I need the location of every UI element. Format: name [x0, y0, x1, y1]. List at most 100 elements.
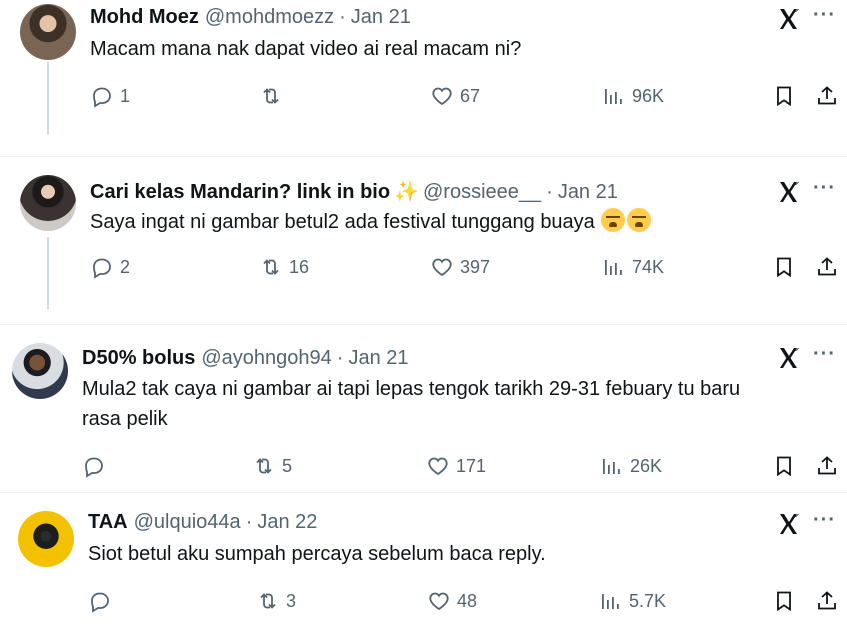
separator-dot: · [336, 347, 344, 369]
separator-dot: · [245, 511, 253, 533]
tweet-header: Cari kelas Mandarin? link in bio ✨ @ross… [90, 179, 618, 204]
reply-icon [90, 255, 114, 279]
tweet-text: Saya ingat ni gambar betul2 ada festival… [90, 211, 595, 233]
grok-icon[interactable] [776, 6, 802, 32]
share-icon [815, 589, 839, 613]
reply-count: 2 [120, 256, 131, 277]
share-button[interactable] [815, 84, 845, 108]
views-button[interactable]: 5.7K [599, 589, 666, 613]
reply-icon [82, 454, 106, 478]
retweet-button[interactable]: 5 [252, 454, 292, 478]
retweet-icon [252, 454, 276, 478]
tweet-4[interactable]: TAA @ulquio44a · Jan 22 ··· Siot betul a… [0, 493, 847, 632]
tweet-date[interactable]: Jan 21 [348, 347, 408, 370]
bookmark-icon [772, 454, 796, 478]
views-icon [600, 454, 624, 478]
bookmark-icon [772, 255, 796, 279]
tweet-header: Mohd Moez @mohdmoezz · Jan 21 [90, 6, 411, 29]
reply-count: 1 [120, 85, 131, 106]
reply-button[interactable]: 2 [90, 255, 130, 279]
tweet-date[interactable]: Jan 21 [558, 181, 618, 204]
retweet-count: 5 [282, 455, 293, 476]
grok-icon[interactable] [776, 179, 802, 205]
like-button[interactable]: 48 [427, 589, 477, 613]
views-icon [599, 589, 623, 613]
bookmark-button[interactable] [772, 454, 802, 478]
reply-button[interactable] [82, 454, 112, 478]
avatar[interactable] [12, 343, 68, 399]
tweet-text-line-1: Mula2 tak caya ni gambar ai tapi lepas t… [82, 378, 741, 400]
like-icon [426, 454, 450, 478]
reply-icon [90, 84, 114, 108]
views-count: 96K [632, 85, 665, 106]
views-icon [602, 84, 626, 108]
user-handle[interactable]: @mohdmoezz [205, 6, 334, 29]
more-options-button[interactable]: ··· [813, 343, 836, 366]
display-name[interactable]: TAA [88, 511, 128, 534]
user-handle[interactable]: @ayohngoh94 [201, 347, 331, 370]
share-icon [815, 255, 839, 279]
retweet-count: 3 [286, 590, 297, 611]
retweet-button[interactable]: 16 [259, 255, 309, 279]
bookmark-icon [772, 84, 796, 108]
more-options-button[interactable]: ··· [813, 4, 836, 27]
tweet-header: D50% bolus @ayohngoh94 · Jan 21 [82, 347, 409, 370]
tweet-3[interactable]: D50% bolus @ayohngoh94 · Jan 21 ··· Mula… [0, 325, 847, 491]
views-count: 74K [632, 256, 665, 277]
like-count: 67 [460, 85, 481, 106]
avatar[interactable] [18, 511, 74, 567]
avatar[interactable] [20, 175, 76, 231]
tweet-2[interactable]: Cari kelas Mandarin? link in bio ✨ @ross… [0, 157, 847, 323]
separator-dot: · [546, 181, 553, 203]
like-button[interactable]: 397 [430, 255, 490, 279]
retweet-icon [259, 84, 283, 108]
display-name[interactable]: Mohd Moez [90, 6, 199, 29]
retweet-count: 16 [289, 256, 310, 277]
sparkles-emoji: ✨ [394, 181, 419, 203]
reply-button[interactable]: 1 [90, 84, 130, 108]
grok-icon[interactable] [776, 345, 802, 371]
display-name[interactable]: Cari kelas Mandarin? link in bio [90, 181, 390, 204]
like-count: 171 [456, 455, 487, 476]
separator-dot: · [339, 6, 346, 28]
views-button[interactable]: 96K [602, 84, 664, 108]
like-button[interactable]: 67 [430, 84, 480, 108]
bookmark-button[interactable] [772, 255, 802, 279]
tweet-date[interactable]: Jan 22 [257, 511, 317, 534]
retweet-icon [256, 589, 280, 613]
like-button[interactable]: 171 [426, 454, 486, 478]
crying-emoji [600, 208, 625, 232]
tweet-date[interactable]: Jan 21 [351, 6, 411, 29]
reply-button[interactable] [88, 589, 118, 613]
user-handle[interactable]: @rossieee__ [423, 181, 541, 204]
views-button[interactable]: 26K [600, 454, 662, 478]
like-icon [430, 84, 454, 108]
grok-icon[interactable] [776, 511, 802, 537]
bookmark-button[interactable] [772, 84, 802, 108]
crying-emoji [626, 208, 651, 232]
reply-icon [88, 589, 112, 613]
thread-line [47, 237, 49, 309]
views-count: 26K [630, 455, 663, 476]
share-button[interactable] [815, 255, 845, 279]
tweet-1[interactable]: Mohd Moez @mohdmoezz · Jan 21 ··· Macam … [0, 0, 847, 155]
tweet-header: TAA @ulquio44a · Jan 22 [88, 511, 317, 534]
retweet-icon [259, 255, 283, 279]
bookmark-button[interactable] [772, 589, 802, 613]
tweet-text: Macam mana nak dapat video ai real macam… [90, 38, 522, 60]
retweet-button[interactable]: 3 [256, 589, 296, 613]
views-button[interactable]: 74K [602, 255, 664, 279]
retweet-button[interactable] [259, 84, 289, 108]
thread-line [47, 62, 49, 134]
share-icon [815, 454, 839, 478]
more-options-button[interactable]: ··· [813, 177, 836, 200]
share-button[interactable] [815, 454, 845, 478]
share-button[interactable] [815, 589, 845, 613]
avatar[interactable] [20, 4, 76, 60]
like-count: 48 [457, 590, 478, 611]
tweet-text-wrap: Saya ingat ni gambar betul2 ada festival… [90, 207, 651, 237]
bookmark-icon [772, 589, 796, 613]
display-name[interactable]: D50% bolus [82, 347, 195, 370]
more-options-button[interactable]: ··· [813, 509, 836, 532]
user-handle[interactable]: @ulquio44a [134, 511, 241, 534]
